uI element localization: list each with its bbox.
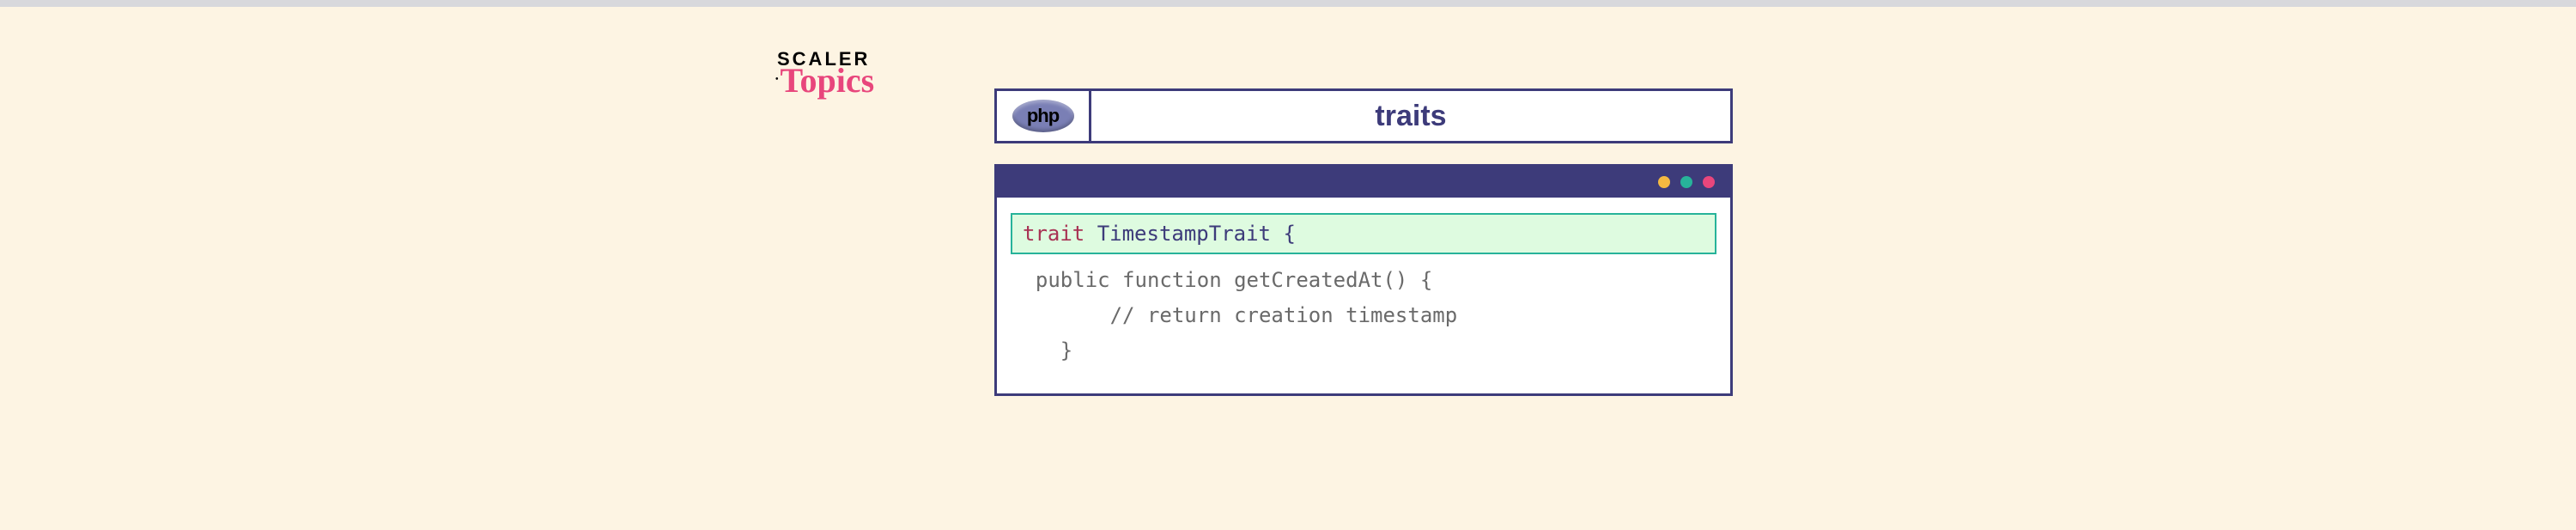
code-body: trait TimestampTrait { public function g… xyxy=(997,198,1730,393)
window-titlebar xyxy=(997,167,1730,198)
code-line-1: public function getCreatedAt() { xyxy=(1011,263,1716,298)
brace-open: { xyxy=(1283,222,1295,246)
header-bar: php traits xyxy=(994,88,1733,143)
scaler-topics-logo: SCALER •Topics xyxy=(777,48,874,93)
php-icon: php xyxy=(1012,100,1074,132)
traffic-light-close-icon xyxy=(1703,176,1715,188)
header-title: traits xyxy=(1091,91,1730,141)
trait-name: TimestampTrait xyxy=(1097,222,1271,246)
traffic-light-minimize-icon xyxy=(1658,176,1670,188)
highlighted-line: trait TimestampTrait { xyxy=(1011,213,1716,254)
main-panel: php traits trait TimestampTrait { public… xyxy=(994,88,1733,396)
php-badge-cell: php xyxy=(997,91,1091,141)
code-line-3: } xyxy=(1011,333,1716,369)
traffic-light-zoom-icon xyxy=(1680,176,1692,188)
logo-line2-text: Topics xyxy=(781,61,875,100)
logo-line2: •Topics xyxy=(777,69,874,93)
keyword-trait: trait xyxy=(1023,222,1084,246)
code-window: trait TimestampTrait { public function g… xyxy=(994,164,1733,396)
code-line-2: // return creation timestamp xyxy=(1011,298,1716,333)
